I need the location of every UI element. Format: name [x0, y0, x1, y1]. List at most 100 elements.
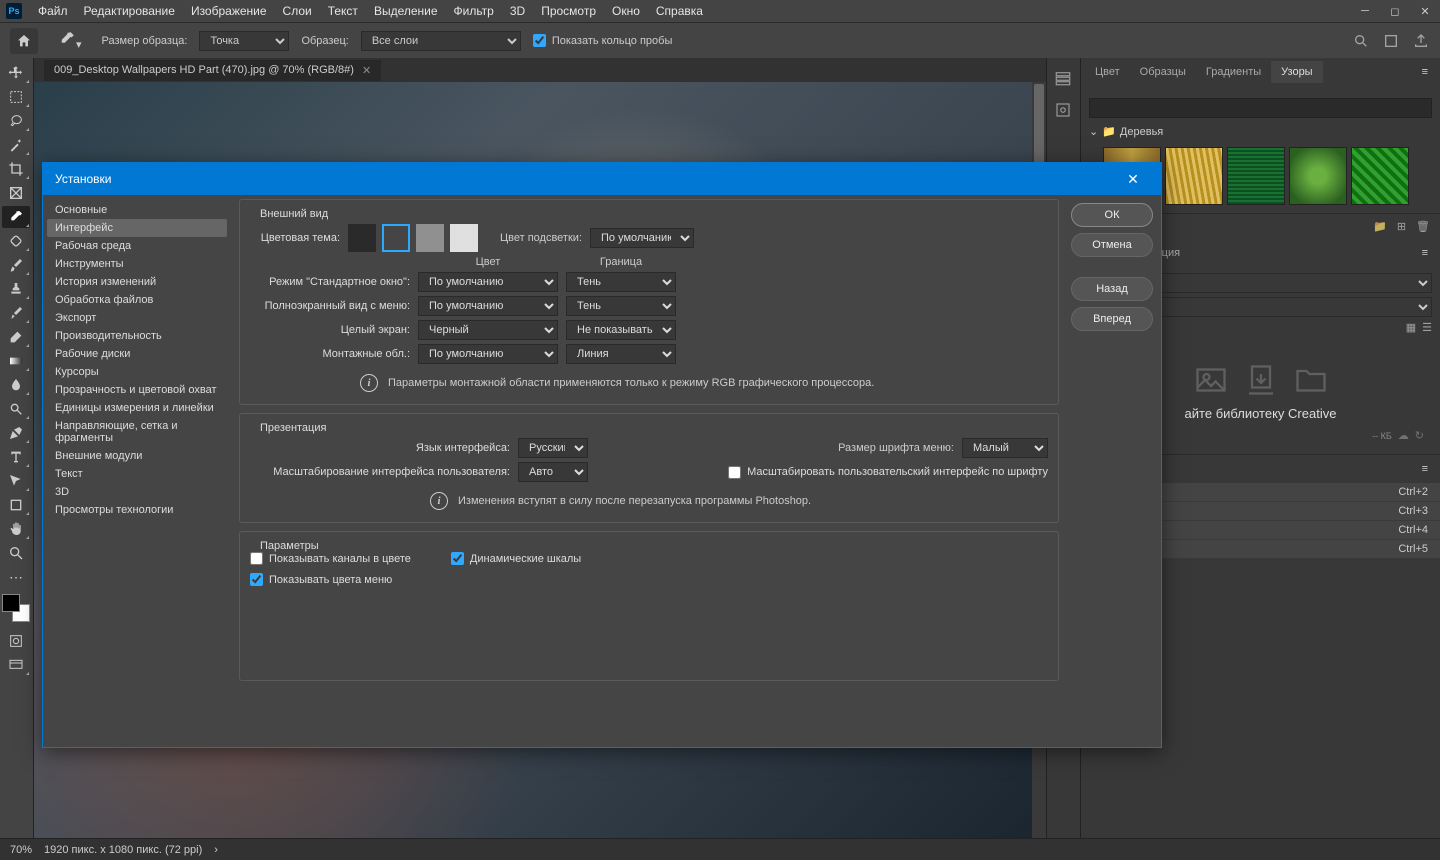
marquee-tool[interactable] — [2, 86, 30, 108]
tab-patterns[interactable]: Узоры — [1271, 61, 1322, 83]
cat-transparency[interactable]: Прозрачность и цветовой охват — [47, 381, 227, 399]
menu-view[interactable]: Просмотр — [533, 1, 604, 21]
document-tab[interactable]: 009_Desktop Wallpapers HD Part (470).jpg… — [44, 60, 381, 81]
pattern-thumb[interactable] — [1227, 147, 1285, 205]
cat-general[interactable]: Основные — [47, 201, 227, 219]
prev-button[interactable]: Назад — [1071, 277, 1153, 301]
pen-tool[interactable] — [2, 422, 30, 444]
standard-border-select[interactable]: Тень — [566, 272, 676, 292]
dynamic-scales-checkbox[interactable]: Динамические шкалы — [451, 552, 581, 565]
eraser-tool[interactable] — [2, 326, 30, 348]
new-icon[interactable]: ⊞ — [1397, 220, 1406, 233]
menu-layers[interactable]: Слои — [275, 1, 320, 21]
cancel-button[interactable]: Отмена — [1071, 233, 1153, 257]
hand-tool[interactable] — [2, 518, 30, 540]
trash-icon[interactable]: 🗑 — [1416, 220, 1430, 233]
menu-select[interactable]: Выделение — [366, 1, 446, 21]
cloud-icon[interactable]: ☁ — [1398, 429, 1409, 442]
type-tool[interactable] — [2, 446, 30, 468]
healing-tool[interactable] — [2, 230, 30, 252]
cat-units[interactable]: Единицы измерения и линейки — [47, 399, 227, 417]
tab-color[interactable]: Цвет — [1085, 61, 1130, 83]
cat-3d[interactable]: 3D — [47, 483, 227, 501]
menu-type[interactable]: Текст — [320, 1, 366, 21]
cat-type[interactable]: Текст — [47, 465, 227, 483]
language-select[interactable]: Русский — [518, 438, 588, 458]
artboard-color-select[interactable]: По умолчанию — [418, 344, 558, 364]
menu-help[interactable]: Справка — [648, 1, 711, 21]
cat-filehandling[interactable]: Обработка файлов — [47, 291, 227, 309]
frame-icon[interactable] — [1382, 32, 1400, 50]
fullscreen-menu-color-select[interactable]: По умолчанию — [418, 296, 558, 316]
cat-export[interactable]: Экспорт — [47, 309, 227, 327]
quickmask-tool[interactable] — [2, 630, 30, 652]
menu-window[interactable]: Окно — [604, 1, 648, 21]
cat-scratch[interactable]: Рабочие диски — [47, 345, 227, 363]
stamp-tool[interactable] — [2, 278, 30, 300]
next-button[interactable]: Вперед — [1071, 307, 1153, 331]
chevron-right-icon[interactable]: › — [214, 844, 218, 856]
highlight-select[interactable]: По умолчанию — [590, 228, 694, 248]
cat-workspace[interactable]: Рабочая среда — [47, 237, 227, 255]
crop-tool[interactable] — [2, 158, 30, 180]
gradient-tool[interactable] — [2, 350, 30, 372]
wand-tool[interactable] — [2, 134, 30, 156]
pattern-thumb[interactable] — [1289, 147, 1347, 205]
show-channels-checkbox[interactable]: Показывать каналы в цвете — [250, 552, 411, 565]
menu-3d[interactable]: 3D — [502, 1, 533, 21]
sample-size-select[interactable]: Точка — [199, 31, 289, 51]
shape-tool[interactable] — [2, 494, 30, 516]
share-icon[interactable] — [1412, 32, 1430, 50]
grid-view-icon[interactable]: ▦ — [1406, 321, 1416, 334]
folder-icon[interactable]: 📁 — [1373, 220, 1387, 233]
foreground-color[interactable] — [2, 594, 20, 612]
move-tool[interactable] — [2, 62, 30, 84]
path-tool[interactable] — [2, 470, 30, 492]
fontsize-select[interactable]: Малый — [962, 438, 1048, 458]
theme-light[interactable] — [450, 224, 478, 252]
theme-darkest[interactable] — [348, 224, 376, 252]
theme-dark[interactable] — [382, 224, 410, 252]
cat-performance[interactable]: Производительность — [47, 327, 227, 345]
maximize-button[interactable]: ◻ — [1380, 0, 1410, 22]
pattern-thumb[interactable] — [1351, 147, 1409, 205]
color-swatch[interactable] — [2, 594, 30, 622]
cat-history[interactable]: История изменений — [47, 273, 227, 291]
properties-panel-icon[interactable] — [1049, 98, 1077, 122]
frame-tool[interactable] — [2, 182, 30, 204]
zoom-level[interactable]: 70% — [10, 844, 32, 856]
tab-swatches[interactable]: Образцы — [1130, 61, 1196, 83]
ok-button[interactable]: ОК — [1071, 203, 1153, 227]
pattern-thumb[interactable] — [1165, 147, 1223, 205]
zoom-tool[interactable] — [2, 542, 30, 564]
standard-color-select[interactable]: По умолчанию — [418, 272, 558, 292]
show-ring-checkbox[interactable]: Показать кольцо пробы — [533, 34, 673, 47]
menu-image[interactable]: Изображение — [183, 1, 275, 21]
history-brush-tool[interactable] — [2, 302, 30, 324]
sync-icon[interactable]: ↻ — [1415, 429, 1424, 442]
cat-guides[interactable]: Направляющие, сетка и фрагменты — [47, 417, 227, 447]
theme-medium[interactable] — [416, 224, 444, 252]
minimize-button[interactable]: ─ — [1350, 0, 1380, 22]
sample-layers-select[interactable]: Все слои — [361, 31, 521, 51]
scale-font-checkbox[interactable]: Масштабировать пользовательский интерфей… — [728, 466, 1048, 479]
history-panel-icon[interactable] — [1049, 66, 1077, 90]
cat-tools[interactable]: Инструменты — [47, 255, 227, 273]
dodge-tool[interactable] — [2, 398, 30, 420]
dialog-titlebar[interactable]: Установки ✕ — [43, 163, 1161, 195]
cat-tech[interactable]: Просмотры технологии — [47, 501, 227, 519]
artboard-border-select[interactable]: Линия — [566, 344, 676, 364]
pattern-folder[interactable]: ⌄ 📁 Деревья — [1089, 122, 1432, 141]
edit-toolbar[interactable]: ⋯ — [2, 566, 30, 588]
menu-edit[interactable]: Редактирование — [76, 1, 183, 21]
pattern-search[interactable] — [1089, 98, 1432, 118]
panel-menu-icon[interactable]: ≡ — [1414, 243, 1436, 263]
cat-cursors[interactable]: Курсоры — [47, 363, 227, 381]
search-icon[interactable] — [1352, 32, 1370, 50]
cat-interface[interactable]: Интерфейс — [47, 219, 227, 237]
list-view-icon[interactable]: ☰ — [1422, 321, 1432, 334]
menu-filter[interactable]: Фильтр — [446, 1, 502, 21]
tab-gradients[interactable]: Градиенты — [1196, 61, 1271, 83]
dialog-close-button[interactable]: ✕ — [1117, 163, 1149, 195]
fullscreen-border-select[interactable]: Не показывать — [566, 320, 676, 340]
